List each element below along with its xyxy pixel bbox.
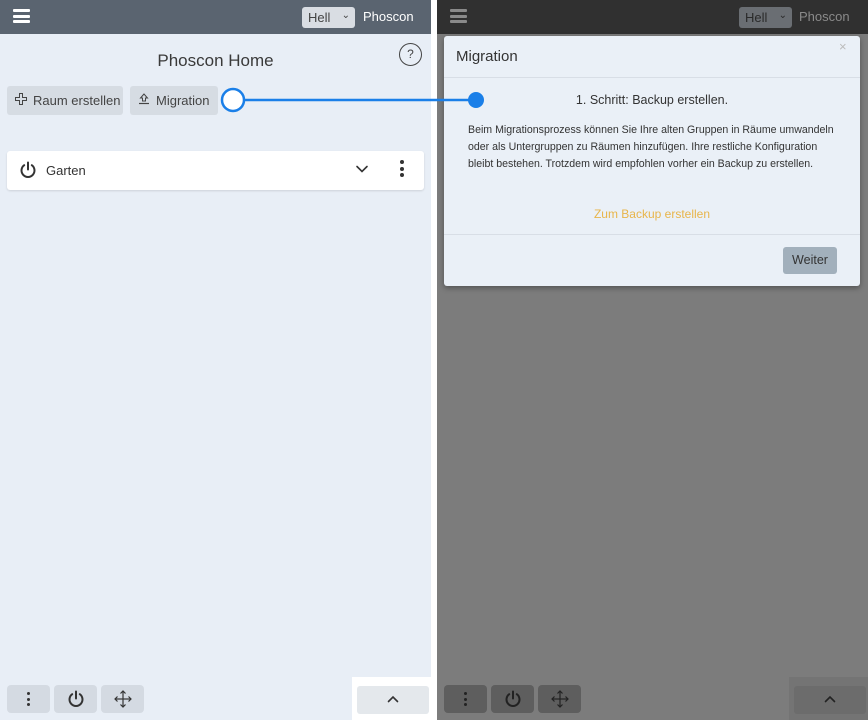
- help-icon[interactable]: ?: [399, 43, 422, 66]
- kebab-icon: [27, 692, 31, 709]
- power-icon: [68, 690, 83, 707]
- hamburger-icon[interactable]: [13, 9, 30, 23]
- room-card-garten[interactable]: Garten: [7, 151, 424, 190]
- create-room-button[interactable]: Raum erstellen: [7, 86, 123, 115]
- expand-button: [794, 686, 866, 714]
- divider: [444, 77, 860, 78]
- top-bar: Hell ⌄ Phoscon: [437, 0, 868, 34]
- bottom-menu-button: [444, 685, 487, 713]
- room-name: Garten: [46, 163, 86, 178]
- theme-select-value: Hell: [308, 10, 331, 25]
- kebab-icon[interactable]: [400, 160, 404, 180]
- bottom-move-button[interactable]: [101, 685, 144, 713]
- kebab-icon: [464, 692, 468, 709]
- brand-label: Phoscon: [363, 9, 414, 24]
- migration-dialog-panel: Hell ⌄ Phoscon Migration × 1. Schritt: B…: [437, 0, 868, 720]
- brand-label: Phoscon: [799, 9, 850, 24]
- move-icon: [550, 690, 569, 708]
- footer-panel: [789, 677, 868, 720]
- plus-outline-icon: [15, 93, 29, 108]
- chevron-up-icon: [387, 695, 399, 703]
- bottom-power-button[interactable]: [54, 685, 97, 713]
- migration-dialog: Migration × 1. Schritt: Backup erstellen…: [444, 36, 860, 286]
- bottom-power-button: [491, 685, 534, 713]
- dialog-title: Migration: [456, 48, 518, 65]
- page-title: Phoscon Home: [157, 51, 274, 70]
- theme-select: Hell ⌄: [739, 7, 792, 28]
- chevron-down-icon: ⌄: [778, 10, 787, 21]
- chevron-down-icon: ⌄: [341, 10, 350, 21]
- create-room-label: Raum erstellen: [33, 93, 121, 108]
- chevron-down-icon[interactable]: [355, 162, 369, 176]
- expand-button[interactable]: [357, 686, 429, 714]
- migration-label: Migration: [156, 93, 210, 108]
- power-icon[interactable]: [19, 161, 37, 179]
- migration-button[interactable]: Migration: [130, 86, 218, 115]
- main-app-panel: Hell ⌄ Phoscon Phoscon Home ? Raum erste…: [0, 0, 431, 720]
- footer-panel: [352, 677, 431, 720]
- top-bar: Hell ⌄ Phoscon: [0, 0, 431, 34]
- theme-select-value: Hell: [745, 10, 768, 25]
- power-icon: [505, 690, 520, 707]
- step-heading: 1. Schritt: Backup erstellen.: [575, 93, 729, 107]
- dialog-body-text: Beim Migrationsprozess können Sie Ihre a…: [468, 124, 834, 171]
- move-icon: [113, 690, 132, 708]
- backup-link[interactable]: Zum Backup erstellen: [444, 207, 860, 221]
- bottom-move-button: [538, 685, 581, 713]
- hamburger-icon: [450, 9, 467, 23]
- bottom-menu-button[interactable]: [7, 685, 50, 713]
- next-button[interactable]: Weiter: [783, 247, 837, 274]
- divider: [444, 234, 860, 235]
- chevron-up-icon: [824, 695, 836, 703]
- upload-icon: [138, 93, 152, 108]
- close-icon[interactable]: ×: [839, 39, 847, 54]
- theme-select[interactable]: Hell ⌄: [302, 7, 355, 28]
